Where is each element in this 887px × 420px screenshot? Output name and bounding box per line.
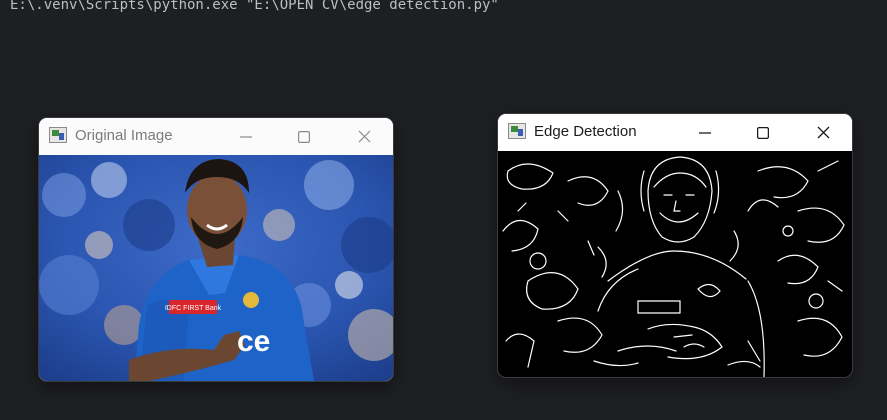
maximize-button[interactable]: [734, 114, 792, 151]
opencv-window-icon: [508, 123, 526, 139]
jersey-chest-text: ce: [237, 325, 270, 358]
close-button[interactable]: [794, 114, 852, 151]
maximize-icon: [298, 130, 310, 143]
close-icon: [817, 126, 829, 139]
edge-detection-title: Edge Detection: [534, 123, 637, 140]
edge-detection-window[interactable]: Edge Detection: [498, 114, 852, 377]
jersey-badge-text: IDFC FIRST Bank: [165, 305, 222, 312]
close-button[interactable]: [335, 118, 393, 155]
edge-detection-titlebar[interactable]: Edge Detection: [498, 114, 852, 151]
close-icon: [358, 130, 370, 143]
maximize-button[interactable]: [275, 118, 333, 155]
minimize-icon: [699, 131, 711, 134]
edge-detection-view: [498, 151, 852, 377]
minimize-icon: [240, 135, 252, 138]
maximize-icon: [757, 126, 769, 139]
jersey-sponsor-badge: IDFC FIRST Bank: [165, 300, 222, 314]
terminal-command-line: E:\.venv\Scripts\python.exe "E:\OPEN CV\…: [10, 0, 499, 13]
minimize-button[interactable]: [217, 118, 275, 155]
opencv-window-icon: [49, 127, 67, 143]
minimize-button[interactable]: [676, 114, 734, 151]
original-image-window[interactable]: Original Image IDFC FIRST Bank ce: [39, 118, 393, 381]
original-image-titlebar[interactable]: Original Image: [39, 118, 393, 155]
cricketer-photo: IDFC FIRST Bank ce: [39, 155, 393, 381]
edge-map-image: [498, 151, 852, 377]
original-image-title: Original Image: [75, 127, 173, 144]
original-image-view: IDFC FIRST Bank ce: [39, 155, 393, 381]
